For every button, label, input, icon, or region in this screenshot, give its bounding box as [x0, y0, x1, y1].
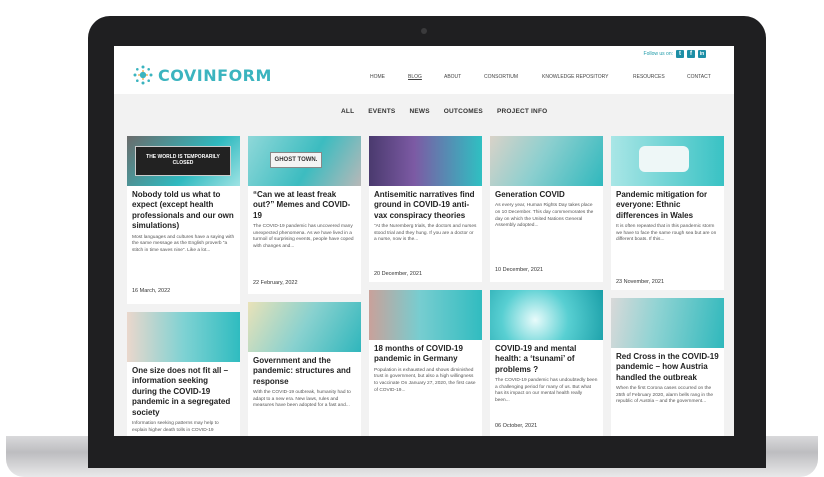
card-date: 23 November, 2021 [616, 279, 665, 285]
card-excerpt: “At the Nuremberg trials, the doctors an… [374, 224, 477, 243]
card-title[interactable]: Pandemic mitigation for everyone: Ethnic… [611, 186, 724, 221]
main-nav: HOME BLOG ABOUT CONSORTIUM KNOWLEDGE REP… [370, 74, 723, 80]
card-image: GHOST TOWN. [248, 136, 361, 186]
blog-card[interactable]: Red Cross in the COVID-19 pandemic – how… [611, 298, 724, 436]
card-image [611, 298, 724, 348]
card-title[interactable]: Antisemitic narratives find ground in CO… [369, 186, 482, 221]
card-title[interactable]: Generation COVID [490, 186, 603, 200]
brand-name: COVINFORM [158, 65, 272, 85]
card-image [369, 136, 482, 186]
card-image [248, 302, 361, 352]
card-date: 10 December, 2021 [495, 267, 544, 273]
facebook-icon[interactable]: f [687, 50, 695, 58]
card-title[interactable]: COVID-19 and mental health: a ‘tsunami’ … [490, 340, 603, 375]
filter-events[interactable]: EVENTS [368, 108, 395, 115]
nav-resources[interactable]: RESOURCES [633, 74, 687, 80]
camera-icon [421, 28, 427, 34]
card-title[interactable]: 18 months of COVID-19 pandemic in German… [369, 340, 482, 365]
website-screen: Follow us on: t f in COVINFORM HOME BLOG… [114, 46, 734, 436]
filter-news[interactable]: NEWS [409, 108, 429, 115]
nav-home[interactable]: HOME [370, 74, 408, 80]
blog-card[interactable]: GHOST TOWN. “Can we at least freak out?”… [248, 136, 361, 294]
card-date: 16 March, 2022 [132, 288, 171, 294]
card-image [490, 136, 603, 186]
card-title[interactable]: “Can we at least freak out?” Memes and C… [248, 186, 361, 221]
blog-grid: THE WORLD IS TEMPORARILY CLOSED Nobody t… [114, 132, 734, 436]
card-excerpt: Most languages and cultures have a sayin… [132, 234, 235, 253]
nav-blog[interactable]: BLOG [408, 74, 444, 80]
card-image [369, 290, 482, 340]
card-excerpt: The COVID-19 pandemic has undoubtedly be… [495, 378, 598, 403]
card-date: 22 February, 2022 [253, 280, 298, 286]
nav-contact[interactable]: CONTACT [687, 74, 723, 80]
filter-outcomes[interactable]: OUTCOMES [444, 108, 483, 115]
blog-card[interactable]: Antisemitic narratives find ground in CO… [369, 136, 482, 282]
nav-knowledge-repository[interactable]: KNOWLEDGE REPOSITORY [542, 74, 633, 80]
social-links: Follow us on: t f in [644, 50, 706, 58]
card-date: 20 December, 2021 [374, 271, 423, 277]
card-excerpt: When the first Corona cases occurred on … [616, 386, 714, 405]
card-excerpt: As every year, Human Rights Day takes pl… [495, 203, 594, 229]
card-image [611, 136, 724, 186]
site-logo[interactable]: COVINFORM [132, 64, 272, 86]
category-filters: ALL EVENTS NEWS OUTCOMES PROJECT INFO [341, 108, 547, 115]
card-image [490, 290, 603, 340]
nav-about[interactable]: ABOUT [444, 74, 484, 80]
blog-card[interactable]: THE WORLD IS TEMPORARILY CLOSED Nobody t… [127, 136, 240, 304]
nav-consortium[interactable]: CONSORTIUM [484, 74, 542, 80]
blog-card[interactable]: Government and the pandemic: structures … [248, 302, 361, 436]
card-title[interactable]: One size does not fit all – information … [127, 362, 240, 418]
blog-card[interactable]: COVID-19 and mental health: a ‘tsunami’ … [490, 290, 603, 436]
card-title[interactable]: Red Cross in the COVID-19 pandemic – how… [611, 348, 724, 383]
site-header: Follow us on: t f in COVINFORM HOME BLOG… [114, 46, 734, 94]
blog-card[interactable]: Pandemic mitigation for everyone: Ethnic… [611, 136, 724, 290]
card-excerpt: It is often repeated that in this pandem… [616, 224, 717, 243]
card-excerpt: The COVID-19 pandemic has uncovered many… [253, 224, 354, 249]
card-title[interactable]: Government and the pandemic: structures … [248, 352, 361, 387]
filter-all[interactable]: ALL [341, 108, 354, 115]
card-excerpt: Population is exhausted and shows dimini… [374, 367, 476, 393]
card-title[interactable]: Nobody told us what to expect (except he… [127, 186, 240, 232]
card-date: 06 October, 2021 [495, 423, 538, 429]
blog-card[interactable]: Generation COVID As every year, Human Ri… [490, 136, 603, 282]
follow-label: Follow us on: [643, 51, 673, 57]
linkedin-icon[interactable]: in [698, 50, 706, 58]
blog-card[interactable]: One size does not fit all – information … [127, 312, 240, 436]
card-image: THE WORLD IS TEMPORARILY CLOSED [127, 136, 240, 186]
virus-logo-icon [133, 65, 153, 85]
product-mockup: Follow us on: t f in COVINFORM HOME BLOG… [0, 0, 824, 477]
twitter-icon[interactable]: t [676, 50, 684, 58]
card-excerpt: Information seeking patterns may help to… [132, 421, 219, 433]
card-excerpt: With the COVID-19 outbreak, humanity had… [253, 390, 351, 409]
card-image [127, 312, 240, 362]
blog-card[interactable]: 18 months of COVID-19 pandemic in German… [369, 290, 482, 436]
filter-project-info[interactable]: PROJECT INFO [497, 108, 547, 115]
